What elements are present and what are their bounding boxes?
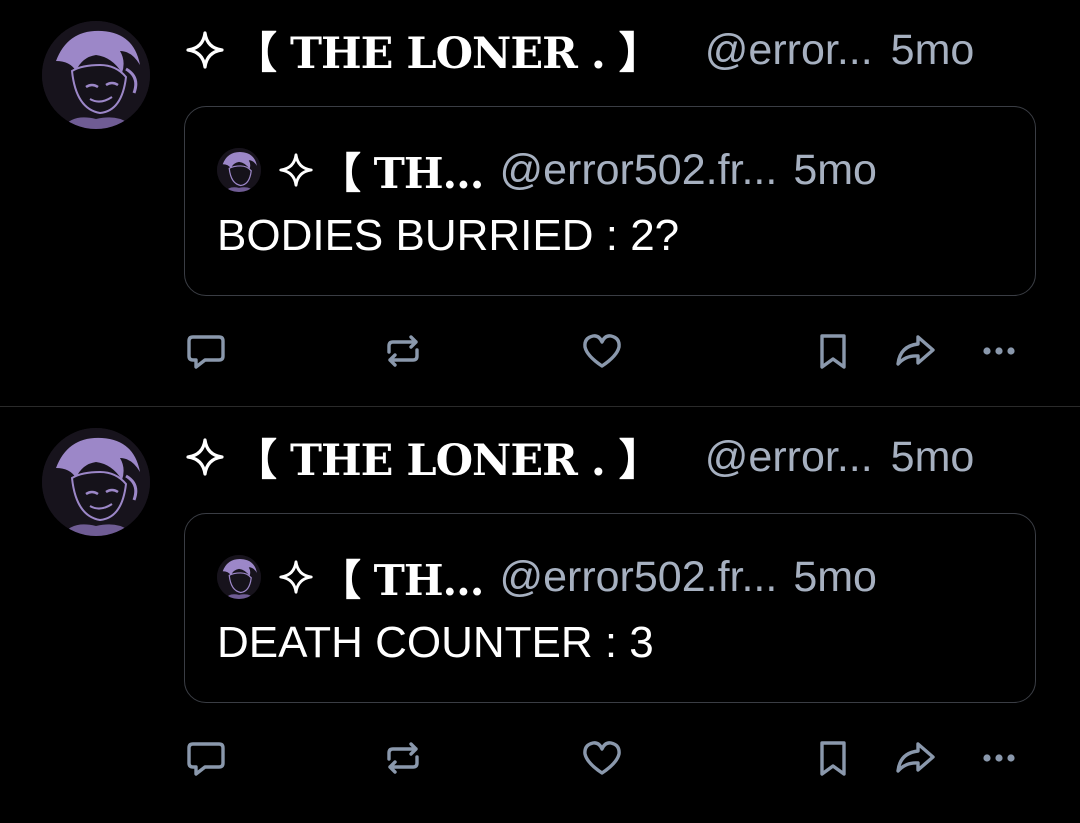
feed-post[interactable]: 【 THE LONER . 】 @error... 5mo 【 TH... @e… <box>0 407 1080 813</box>
quoted-post[interactable]: 【 TH... @error502.fr... 5mo DEATH COUNTE… <box>184 513 1036 703</box>
ellipsis-icon <box>983 754 1015 762</box>
quoted-post-timestamp: 5mo <box>793 552 877 601</box>
speech-bubble-icon <box>187 335 225 369</box>
author-avatar[interactable] <box>42 21 150 129</box>
repost-button[interactable] <box>380 735 426 781</box>
four-point-star-icon <box>279 153 313 187</box>
quoted-post-timestamp: 5mo <box>793 145 877 194</box>
reply-button[interactable] <box>183 735 229 781</box>
quoted-author-display-name: 【 TH... <box>319 148 484 198</box>
author-handle[interactable]: @error... <box>705 433 873 482</box>
quoted-author-display-name: 【 TH... <box>319 555 484 605</box>
reply-button[interactable] <box>183 328 229 374</box>
speech-bubble-icon <box>187 742 225 776</box>
author-avatar[interactable] <box>42 428 150 536</box>
post-timestamp[interactable]: 5mo <box>891 26 975 75</box>
ellipsis-icon <box>983 347 1015 355</box>
quoted-author-handle: @error502.fr... <box>499 552 778 601</box>
quoted-post-text: DEATH COUNTER : 3 <box>217 618 654 667</box>
more-options-button[interactable] <box>976 328 1022 374</box>
share-arrow-icon <box>896 742 935 773</box>
share-arrow-icon <box>896 335 935 366</box>
author-display-name[interactable]: 【 THE LONER . 】 <box>234 426 662 488</box>
quoted-post-header: 【 TH... @error502.fr... 5mo <box>217 552 877 605</box>
repost-button[interactable] <box>380 328 426 374</box>
author-display-name[interactable]: 【 THE LONER . 】 <box>234 19 662 81</box>
quoted-post-header: 【 TH... @error502.fr... 5mo <box>217 145 877 198</box>
heart-icon <box>583 334 621 368</box>
bookmark-icon <box>820 334 846 369</box>
four-point-star-icon <box>279 560 313 594</box>
bookmark-icon <box>820 741 846 776</box>
quoted-author-handle: @error502.fr... <box>499 145 778 194</box>
post-header: 【 THE LONER . 】 @error... 5mo <box>186 20 1046 80</box>
like-button[interactable] <box>579 328 625 374</box>
feed-post[interactable]: 【 THE LONER . 】 @error... 5mo 【 TH... @e… <box>0 0 1080 406</box>
post-timestamp[interactable]: 5mo <box>891 433 975 482</box>
post-header: 【 THE LONER . 】 @error... 5mo <box>186 427 1046 487</box>
bookmark-button[interactable] <box>810 735 856 781</box>
more-options-button[interactable] <box>976 735 1022 781</box>
four-point-star-icon <box>186 438 224 476</box>
heart-icon <box>583 741 621 775</box>
quoted-post-text: BODIES BURRIED : 2? <box>217 211 680 260</box>
share-button[interactable] <box>892 328 938 374</box>
post-action-bar <box>0 328 1080 374</box>
post-action-bar <box>0 735 1080 781</box>
quoted-author-avatar <box>217 555 261 599</box>
author-handle[interactable]: @error... <box>705 26 873 75</box>
like-button[interactable] <box>579 735 625 781</box>
share-button[interactable] <box>892 735 938 781</box>
repost-arrows-icon <box>387 742 419 774</box>
four-point-star-icon <box>186 31 224 69</box>
bookmark-button[interactable] <box>810 328 856 374</box>
quoted-author-avatar <box>217 148 261 192</box>
quoted-post[interactable]: 【 TH... @error502.fr... 5mo BODIES BURRI… <box>184 106 1036 296</box>
repost-arrows-icon <box>387 335 419 367</box>
